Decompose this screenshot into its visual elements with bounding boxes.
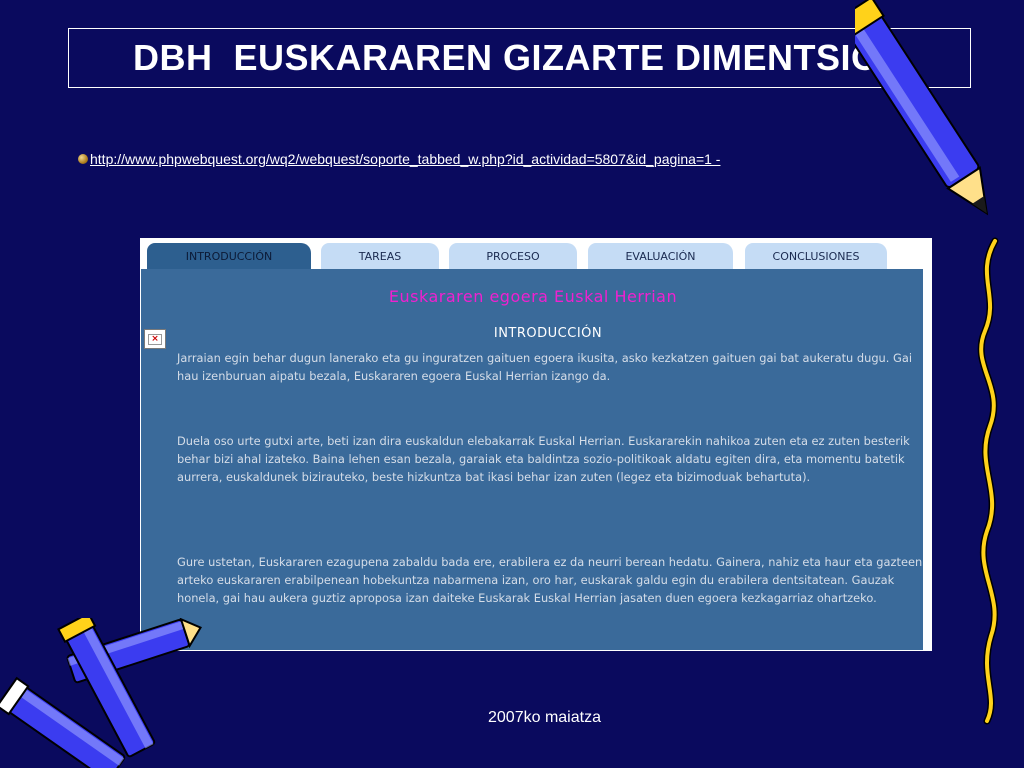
tab-bar: INTRODUCCIÓN TAREAS PROCESO EVALUACIÓN C… bbox=[141, 239, 931, 269]
tab-tareas[interactable]: TAREAS bbox=[321, 243, 439, 269]
webquest-heading: Euskararen egoera Euskal Herrian bbox=[388, 287, 678, 306]
title-box: DBH EUSKARAREN GIZARTE DIMENTSIOA bbox=[68, 28, 971, 88]
paragraph-1: Jarraian egin behar dugun lanerako eta g… bbox=[177, 351, 912, 383]
tab-introduccion[interactable]: INTRODUCCIÓN bbox=[147, 243, 311, 269]
section-title: INTRODUCCIÓN bbox=[493, 326, 603, 341]
tab-proceso[interactable]: PROCESO bbox=[449, 243, 577, 269]
pencil-bottom-left-icon bbox=[0, 618, 202, 768]
paragraph-2: Duela oso urte gutxi arte, beti izan dir… bbox=[177, 434, 910, 484]
paragraph-3: Gure ustetan, Euskararen ezagupena zabal… bbox=[177, 555, 923, 605]
pencil-top-right-icon bbox=[855, 0, 989, 216]
webquest-screenshot: INTRODUCCIÓN TAREAS PROCESO EVALUACIÓN C… bbox=[140, 238, 932, 651]
tab-evaluacion[interactable]: EVALUACIÓN bbox=[588, 243, 733, 269]
slide-footer: 2007ko maiatza bbox=[488, 709, 601, 726]
tab-conclusiones[interactable]: CONCLUSIONES bbox=[745, 243, 887, 269]
slide-title: DBH EUSKARAREN GIZARTE DIMENTSIOA bbox=[132, 37, 907, 78]
link-row: http://www.phpwebquest.org/wq2/webquest/… bbox=[78, 151, 720, 167]
squiggle-line-icon bbox=[977, 237, 999, 725]
webquest-link[interactable]: http://www.phpwebquest.org/wq2/webquest/… bbox=[90, 151, 720, 167]
bullet-icon bbox=[78, 154, 88, 164]
